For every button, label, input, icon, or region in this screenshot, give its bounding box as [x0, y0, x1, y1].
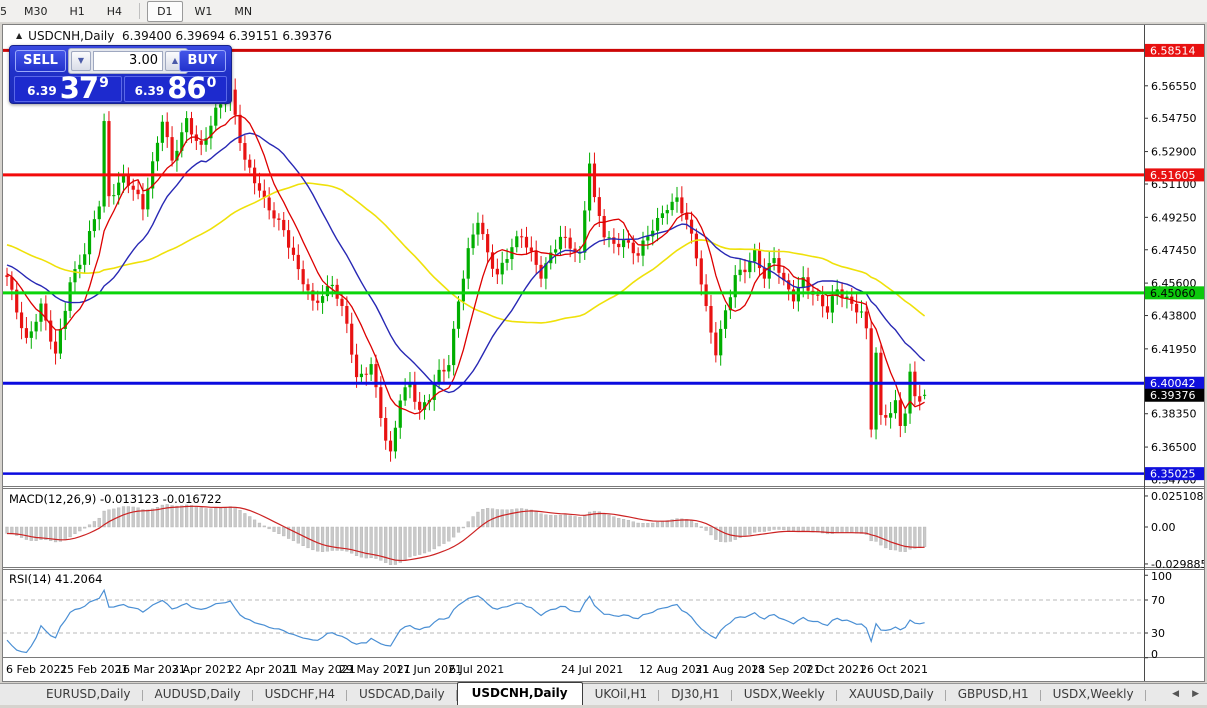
date-label: 7 Oct 2021 [805, 663, 867, 676]
svg-text:0: 0 [1151, 648, 1158, 661]
sell-button[interactable]: SELL [15, 50, 66, 72]
svg-text:100: 100 [1151, 570, 1172, 583]
tab-dj30-h1[interactable]: DJ30,H1 [659, 684, 732, 705]
timeframe-mn[interactable]: MN [224, 1, 262, 22]
moving-averages-layer [6, 114, 926, 415]
tab-usdx-weekly-2[interactable]: USDX,Weekly [1041, 684, 1146, 705]
buy-price-point: 0 [206, 75, 217, 91]
tab-usdcnh-daily[interactable]: USDCNH,Daily [456, 682, 583, 705]
tab-scroll-right-icon[interactable]: ▶ [1192, 689, 1199, 699]
timeframe-h4[interactable]: H4 [97, 1, 132, 22]
timeframe-d1[interactable]: D1 [147, 0, 183, 22]
chart-tab-bar: EURUSD,Daily AUDUSD,Daily USDCHF,H4 USDC… [0, 682, 1207, 705]
chevron-up-icon: ▲ [171, 56, 179, 65]
tab-xauusd-daily[interactable]: XAUUSD,Daily [837, 684, 946, 705]
chart-collapse-arrow-icon[interactable]: ▲ [16, 31, 22, 40]
svg-text:6.52900: 6.52900 [1151, 146, 1197, 159]
sell-price-display: 6.39 37 9 [14, 71, 122, 105]
svg-text:6.35025: 6.35025 [1150, 468, 1196, 481]
svg-text:6.58514: 6.58514 [1150, 44, 1196, 57]
sell-price-pips: 37 [59, 71, 99, 105]
date-label: 6 Feb 2021 [6, 663, 68, 676]
svg-text:6.56550: 6.56550 [1151, 80, 1197, 93]
svg-text:6.49250: 6.49250 [1151, 211, 1197, 224]
svg-text:30: 30 [1151, 627, 1165, 640]
svg-text:6.43800: 6.43800 [1151, 310, 1197, 323]
date-axis: 6 Feb 2021 25 Feb 2021 16 Mar 2021 3 Apr 20… [3, 658, 1142, 680]
svg-text:0.00: 0.00 [1151, 521, 1176, 534]
chart-symbol-label: USDCNH,Daily [28, 29, 115, 43]
rsi-layer [3, 588, 1142, 654]
svg-text:70: 70 [1151, 594, 1165, 607]
svg-text:6.47450: 6.47450 [1151, 244, 1197, 257]
pane-borders [3, 25, 1204, 681]
macd-indicator-label: MACD(12,26,9) -0.013123 -0.016722 [9, 492, 222, 506]
macd-histogram-layer [5, 504, 927, 565]
one-click-trade-panel: SELL ▼ 3.00 ▲ BUY 6.39 37 9 6.39 86 0 [9, 45, 232, 104]
price-chart-canvas[interactable]: 6.565506.547506.529006.511006.492506.474… [3, 25, 1204, 681]
svg-text:6.39376: 6.39376 [1150, 389, 1196, 402]
tab-scroll-buttons: ◀ ▶ [1159, 689, 1199, 699]
chart-ohlc-values: 6.39400 6.39694 6.39151 6.39376 [122, 29, 332, 43]
price-axis: 6.565506.547506.529006.511006.492506.474… [1145, 43, 1204, 661]
volume-input[interactable]: 3.00 [93, 51, 163, 71]
volume-decrease-button[interactable]: ▼ [71, 51, 91, 71]
tab-eurusd-daily[interactable]: EURUSD,Daily [34, 684, 143, 705]
tab-usdchf-h4[interactable]: USDCHF,H4 [253, 684, 348, 705]
timeframe-h1[interactable]: H1 [60, 1, 95, 22]
tab-gbpusd-h1[interactable]: GBPUSD,H1 [946, 684, 1041, 705]
buy-price-pips: 86 [167, 71, 206, 105]
svg-text:6.54750: 6.54750 [1151, 112, 1197, 125]
svg-text:6.51605: 6.51605 [1150, 169, 1196, 182]
sell-price-point: 9 [99, 75, 109, 91]
date-label: 26 Oct 2021 [860, 663, 929, 676]
chart-title: ▲ USDCNH,Daily 6.39400 6.39694 6.39151 6.… [16, 29, 332, 43]
toolbar-separator [139, 3, 141, 19]
tab-usdx-weekly-1[interactable]: USDX,Weekly [732, 684, 837, 705]
date-label: 3 Apr 2021 [172, 663, 234, 676]
timeframe-m30[interactable]: M30 [14, 1, 58, 22]
tab-ukoil-h1[interactable]: UKOil,H1 [583, 684, 660, 705]
date-label: 24 Jul 2021 [561, 663, 624, 676]
tab-scroll-left-icon[interactable]: ◀ [1172, 689, 1179, 699]
svg-text:0.025108: 0.025108 [1151, 490, 1204, 503]
svg-text:6.36500: 6.36500 [1151, 441, 1197, 454]
timeframe-m15-clipped[interactable]: 5 [0, 1, 12, 22]
buy-button[interactable]: BUY [179, 50, 226, 72]
tab-usdcad-daily[interactable]: USDCAD,Daily [347, 684, 457, 705]
svg-text:-0.029885: -0.029885 [1151, 558, 1204, 571]
svg-text:6.38350: 6.38350 [1151, 408, 1197, 421]
rsi-indicator-label: RSI(14) 41.2064 [9, 572, 103, 586]
svg-text:6.41950: 6.41950 [1151, 343, 1197, 356]
svg-text:6.45060: 6.45060 [1150, 287, 1196, 300]
timeframe-toolbar: 5 M30 H1 H4 D1 W1 MN [0, 0, 1207, 23]
date-label: 6 Jul 2021 [449, 663, 505, 676]
chart-window[interactable]: 6.56550 6.54750 6.52900 6.51100 6.49250 6.474… [2, 24, 1205, 682]
timeframe-w1[interactable]: W1 [185, 1, 223, 22]
buy-price-base: 6.39 [134, 84, 165, 98]
horizontal-level-lines[interactable] [3, 48, 1144, 475]
buy-price-display: 6.39 86 0 [124, 71, 227, 105]
tab-audusd-daily[interactable]: AUDUSD,Daily [143, 684, 253, 705]
chevron-down-icon: ▼ [77, 56, 85, 65]
sell-price-base: 6.39 [27, 84, 57, 98]
